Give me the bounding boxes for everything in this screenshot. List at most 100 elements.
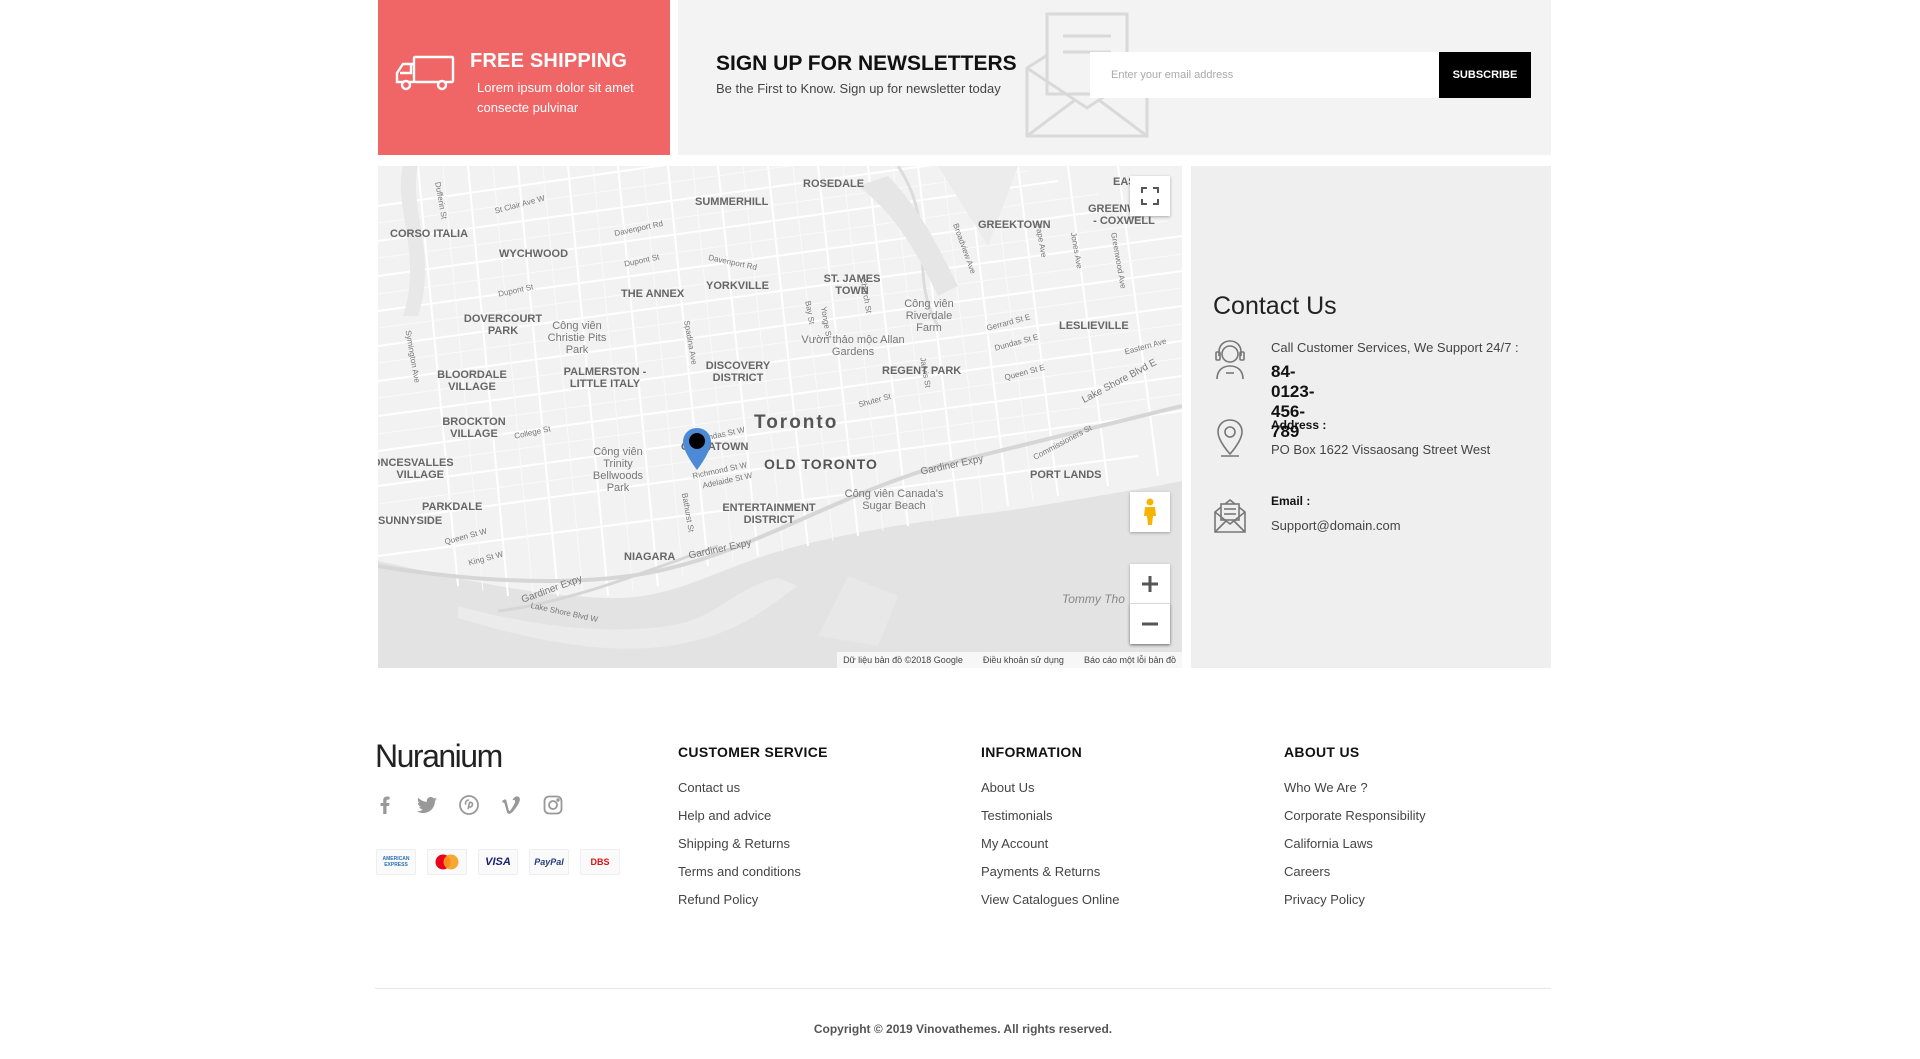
free-shipping-title: FREE SHIPPING: [470, 50, 628, 72]
map-park-christie-pits: Công viên Christie Pits Park: [542, 320, 612, 356]
map-park-allan-gardens-text: Vườn thảo mộc Allan Gardens: [801, 334, 905, 358]
map-label-discovery-district-text: DISCOVERY DISTRICT: [705, 360, 771, 384]
map-park-sugar-beach-text: Công viên Canada's Sugar Beach: [844, 488, 944, 512]
twitter-icon[interactable]: [417, 795, 437, 815]
footer-divider: [375, 988, 1551, 989]
amex-label: AMERICAN EXPRESS: [382, 856, 410, 868]
map-label-sunnyside: SUNNYSIDE: [378, 515, 443, 527]
pegman-icon: [1144, 498, 1156, 525]
map-data-credit: Dữ liệu bản đồ ©2018 Google: [843, 655, 963, 665]
footer-link-who-we-are[interactable]: Who We Are ?: [1284, 780, 1426, 796]
headset-icon: [1215, 340, 1245, 380]
footer-link-privacy[interactable]: Privacy Policy: [1284, 892, 1426, 908]
map-water-label: Tommy Tho: [1062, 592, 1125, 606]
footer-column-title: INFORMATION: [981, 744, 1083, 760]
visa-label: VISA: [485, 856, 511, 868]
map-park-riverdale-farm-text: Công viên Riverdale Farm: [904, 298, 954, 334]
newsletter-email-input[interactable]: [1090, 52, 1442, 98]
map-label-bloordale-village: BLOORDALE VILLAGE: [432, 369, 512, 393]
map-label-corso-italia: CORSO ITALIA: [390, 228, 469, 240]
address-value: PO Box 1622 Vissaosang Street West: [1271, 442, 1491, 457]
footer-link-shipping-returns[interactable]: Shipping & Returns: [678, 836, 828, 852]
map-label-entertainment-district-text: ENTERTAINMENT DISTRICT: [722, 502, 816, 526]
plus-icon: [1142, 575, 1158, 592]
contact-panel: Contact Us Call Customer Services, We Su…: [1191, 166, 1551, 668]
fullscreen-icon: [1141, 187, 1159, 205]
social-links: [375, 795, 563, 815]
location-pin-icon: [1217, 419, 1243, 457]
footer-column-information: INFORMATION About Us Testimonials My Acc…: [981, 744, 1120, 920]
zoom-out-button[interactable]: [1130, 604, 1170, 644]
mastercard-logo: [435, 854, 459, 870]
contact-title: Contact Us: [1213, 292, 1337, 320]
map-terms-link[interactable]: Điều khoản sử dụng: [983, 655, 1064, 665]
map-label-summerhill: SUMMERHILL: [695, 196, 769, 208]
footer-link-careers[interactable]: Careers: [1284, 864, 1426, 880]
footer-link-help[interactable]: Help and advice: [678, 808, 828, 824]
paypal-icon: PayPal: [529, 849, 569, 875]
map-label-brockton-village: BROCKTON VILLAGE: [434, 416, 514, 440]
map-label-city: Toronto: [754, 412, 839, 433]
minus-icon: [1142, 622, 1158, 626]
footer-link-catalogues[interactable]: View Catalogues Online: [981, 892, 1120, 908]
footer-link-about-us[interactable]: About Us: [981, 780, 1120, 796]
footer-link-contact-us[interactable]: Contact us: [678, 780, 828, 796]
facebook-icon[interactable]: [375, 795, 395, 815]
map-label-niagara: NIAGARA: [624, 551, 676, 563]
email-label: Email :: [1271, 494, 1311, 508]
map-label-yorkville: YORKVILLE: [706, 280, 769, 292]
map-attribution: Dữ liệu bản đồ ©2018 Google Điều khoản s…: [837, 652, 1182, 668]
newsletter-subtitle: Be the First to Know. Sign up for newsle…: [716, 81, 1001, 96]
map-label-st-james-town-text: ST. JAMES TOWN: [823, 273, 881, 297]
map-label-discovery-district: DISCOVERY DISTRICT: [698, 360, 778, 384]
map-label-rosedale: ROSEDALE: [803, 178, 865, 190]
newsletter-section: SIGN UP FOR NEWSLETTERS Be the First to …: [678, 0, 1551, 155]
footer-link-testimonials[interactable]: Testimonials: [981, 808, 1120, 824]
map-label-palmerston-text: PALMERSTON - LITTLE ITALY: [563, 366, 647, 390]
footer-link-refund[interactable]: Refund Policy: [678, 892, 828, 908]
vimeo-icon[interactable]: [501, 795, 521, 815]
email-value[interactable]: Support@domain.com: [1271, 518, 1401, 533]
footer-column-customer-service: CUSTOMER SERVICE Contact us Help and adv…: [678, 744, 828, 920]
instagram-icon[interactable]: [543, 795, 563, 815]
map-label-entertainment-district: ENTERTAINMENT DISTRICT: [714, 502, 824, 526]
google-map[interactable]: ROSEDALE SUMMERHILL CORSO ITALIA WYCHWOO…: [378, 166, 1182, 668]
footer-link-california-laws[interactable]: California Laws: [1284, 836, 1426, 852]
map-report-error-link[interactable]: Báo cáo một lỗi bản đồ: [1084, 655, 1176, 665]
address-label: Address :: [1271, 418, 1327, 432]
paypal-label: PayPal: [534, 857, 564, 867]
footer-link-my-account[interactable]: My Account: [981, 836, 1120, 852]
zoom-in-button[interactable]: [1130, 564, 1170, 604]
free-shipping-banner: FREE SHIPPING Lorem ipsum dolor sit amet…: [378, 0, 670, 155]
map-label-st-james-town: ST. JAMES TOWN: [822, 273, 882, 297]
map-marker-icon[interactable]: [683, 428, 711, 470]
site-logo[interactable]: Nuranium: [375, 738, 503, 775]
map-label-old-toronto: OLD TORONTO: [764, 456, 878, 472]
footer-link-payments-returns[interactable]: Payments & Returns: [981, 864, 1120, 880]
map-label-parkdale: PARKDALE: [422, 501, 483, 513]
phone-label: Call Customer Services, We Support 24/7 …: [1271, 340, 1519, 355]
footer-link-terms[interactable]: Terms and conditions: [678, 864, 828, 880]
map-label-roncesvalles-text: RONCESVALLES VILLAGE: [378, 457, 454, 481]
footer-column-title: CUSTOMER SERVICE: [678, 744, 828, 760]
street-view-button[interactable]: [1130, 492, 1170, 532]
newsletter-title: SIGN UP FOR NEWSLETTERS: [716, 52, 1017, 75]
map-label-palmerston: PALMERSTON - LITTLE ITALY: [560, 366, 650, 390]
map-label-port-lands: PORT LANDS: [1030, 469, 1102, 481]
fullscreen-button[interactable]: [1130, 176, 1170, 216]
free-shipping-text: Lorem ipsum dolor sit amet consecte pulv…: [477, 80, 634, 115]
map-label-the-annex: THE ANNEX: [621, 288, 685, 300]
footer-link-corporate-responsibility[interactable]: Corporate Responsibility: [1284, 808, 1426, 824]
visa-icon: VISA: [478, 849, 518, 875]
truck-icon: [395, 55, 455, 91]
map-label-dovercourt-park: DOVERCOURT PARK: [458, 313, 548, 337]
map-park-allan-gardens: Vườn thảo mộc Allan Gardens: [798, 334, 908, 358]
envelope-icon: [1214, 498, 1246, 533]
map-park-sugar-beach: Công viên Canada's Sugar Beach: [834, 488, 954, 512]
amex-icon: AMERICAN EXPRESS: [376, 849, 416, 875]
pinterest-icon[interactable]: [459, 795, 479, 815]
mastercard-icon: [427, 849, 467, 875]
payment-methods: AMERICAN EXPRESS VISA PayPal DBS: [376, 849, 620, 875]
map-label-brockton-village-text: BROCKTON VILLAGE: [442, 416, 506, 440]
subscribe-button[interactable]: SUBSCRIBE: [1439, 52, 1531, 98]
